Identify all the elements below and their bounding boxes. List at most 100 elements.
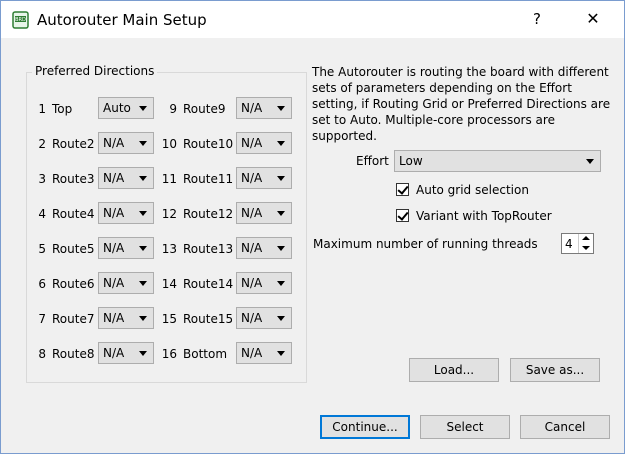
chevron-down-icon <box>277 351 285 356</box>
layer-number: 16 <box>161 347 177 361</box>
layer-number: 6 <box>38 277 46 291</box>
layer-number: 4 <box>38 207 46 221</box>
chevron-down-icon <box>277 176 285 181</box>
direction-select-route6[interactable]: N/A <box>98 272 154 294</box>
layer-name: Route2 <box>52 137 95 151</box>
direction-select-route9[interactable]: N/A <box>236 97 292 119</box>
select-value: N/A <box>241 276 263 290</box>
load-button[interactable]: Load... <box>409 358 499 382</box>
autorouter-dialog: BRD Autorouter Main Setup ? ✕ Preferred … <box>0 0 625 454</box>
arrow-up-icon[interactable] <box>582 236 590 240</box>
chevron-down-icon <box>277 106 285 111</box>
threads-label: Maximum number of running threads <box>313 237 538 251</box>
chevron-down-icon <box>139 211 147 216</box>
chevron-down-icon <box>277 316 285 321</box>
chevron-down-icon <box>277 281 285 286</box>
direction-select-route11[interactable]: N/A <box>236 167 292 189</box>
continue-button[interactable]: Continue... <box>320 415 410 439</box>
layer-number: 7 <box>38 312 46 326</box>
select-value: N/A <box>241 101 263 115</box>
arrow-down-icon[interactable] <box>582 246 590 250</box>
preferred-directions-title: Preferred Directions <box>32 64 158 78</box>
select-value: N/A <box>241 311 263 325</box>
threads-spinbox[interactable]: 4 <box>561 233 594 254</box>
select-button[interactable]: Select <box>420 415 510 439</box>
direction-select-route8[interactable]: N/A <box>98 342 154 364</box>
select-value: N/A <box>103 241 125 255</box>
layer-name: Route3 <box>52 172 95 186</box>
spin-buttons[interactable] <box>578 234 593 253</box>
close-button[interactable]: ✕ <box>581 7 605 31</box>
threads-value: 4 <box>565 237 573 251</box>
layer-name: Top <box>52 102 73 116</box>
layer-number: 8 <box>38 347 46 361</box>
layer-number: 12 <box>161 207 177 221</box>
select-value: N/A <box>241 241 263 255</box>
direction-select-route10[interactable]: N/A <box>236 132 292 154</box>
chevron-down-icon <box>139 351 147 356</box>
chevron-down-icon <box>139 176 147 181</box>
effort-select[interactable]: Low <box>394 150 601 172</box>
layer-number: 2 <box>38 137 46 151</box>
select-value: N/A <box>241 206 263 220</box>
layer-number: 10 <box>161 137 177 151</box>
layer-name: Route5 <box>52 242 95 256</box>
direction-select-route3[interactable]: N/A <box>98 167 154 189</box>
select-value: N/A <box>103 171 125 185</box>
direction-select-top[interactable]: Auto <box>98 97 154 119</box>
direction-select-route13[interactable]: N/A <box>236 237 292 259</box>
select-value: N/A <box>103 136 125 150</box>
direction-select-route5[interactable]: N/A <box>98 237 154 259</box>
layer-number: 15 <box>161 312 177 326</box>
layer-name: Route14 <box>183 277 234 291</box>
select-value: N/A <box>241 136 263 150</box>
layer-number: 1 <box>38 102 46 116</box>
layer-name: Route12 <box>183 207 234 221</box>
chevron-down-icon <box>277 246 285 251</box>
brd-file-icon: BRD <box>12 11 29 29</box>
select-value: N/A <box>103 206 125 220</box>
variant-toprouter-checkbox[interactable] <box>396 209 409 222</box>
layer-name: Route6 <box>52 277 95 291</box>
auto-grid-label: Auto grid selection <box>416 183 529 197</box>
description-text: The Autorouter is routing the board with… <box>312 65 611 143</box>
select-value: N/A <box>241 346 263 360</box>
layer-name: Bottom <box>183 347 228 361</box>
layer-number: 9 <box>169 102 177 116</box>
layer-number: 11 <box>161 172 177 186</box>
svg-text:BRD: BRD <box>15 17 26 23</box>
select-value: Auto <box>103 101 131 115</box>
checkmark-icon <box>397 209 409 221</box>
layer-number: 5 <box>38 242 46 256</box>
direction-select-route12[interactable]: N/A <box>236 202 292 224</box>
checkmark-icon <box>397 183 409 195</box>
direction-select-route4[interactable]: N/A <box>98 202 154 224</box>
layer-name: Route11 <box>183 172 234 186</box>
save-as-button[interactable]: Save as... <box>510 358 600 382</box>
layer-name: Route15 <box>183 312 234 326</box>
direction-select-route15[interactable]: N/A <box>236 307 292 329</box>
variant-toprouter-label: Variant with TopRouter <box>416 209 552 223</box>
chevron-down-icon <box>277 211 285 216</box>
chevron-down-icon <box>139 316 147 321</box>
direction-select-route14[interactable]: N/A <box>236 272 292 294</box>
layer-number: 13 <box>161 242 177 256</box>
effort-label: Effort <box>356 154 389 168</box>
layer-name: Route9 <box>183 102 226 116</box>
direction-select-route7[interactable]: N/A <box>98 307 154 329</box>
layer-name: Route13 <box>183 242 234 256</box>
title-bar: BRD Autorouter Main Setup ? ✕ <box>1 1 624 38</box>
cancel-button[interactable]: Cancel <box>520 415 610 439</box>
help-button[interactable]: ? <box>525 7 549 31</box>
select-value: N/A <box>241 171 263 185</box>
direction-select-bottom[interactable]: N/A <box>236 342 292 364</box>
layer-name: Route10 <box>183 137 234 151</box>
layer-name: Route4 <box>52 207 95 221</box>
select-value: N/A <box>103 311 125 325</box>
direction-select-route2[interactable]: N/A <box>98 132 154 154</box>
chevron-down-icon <box>277 141 285 146</box>
select-value: N/A <box>103 276 125 290</box>
auto-grid-checkbox[interactable] <box>396 183 409 196</box>
layer-number: 3 <box>38 172 46 186</box>
window-title: Autorouter Main Setup <box>37 11 207 29</box>
